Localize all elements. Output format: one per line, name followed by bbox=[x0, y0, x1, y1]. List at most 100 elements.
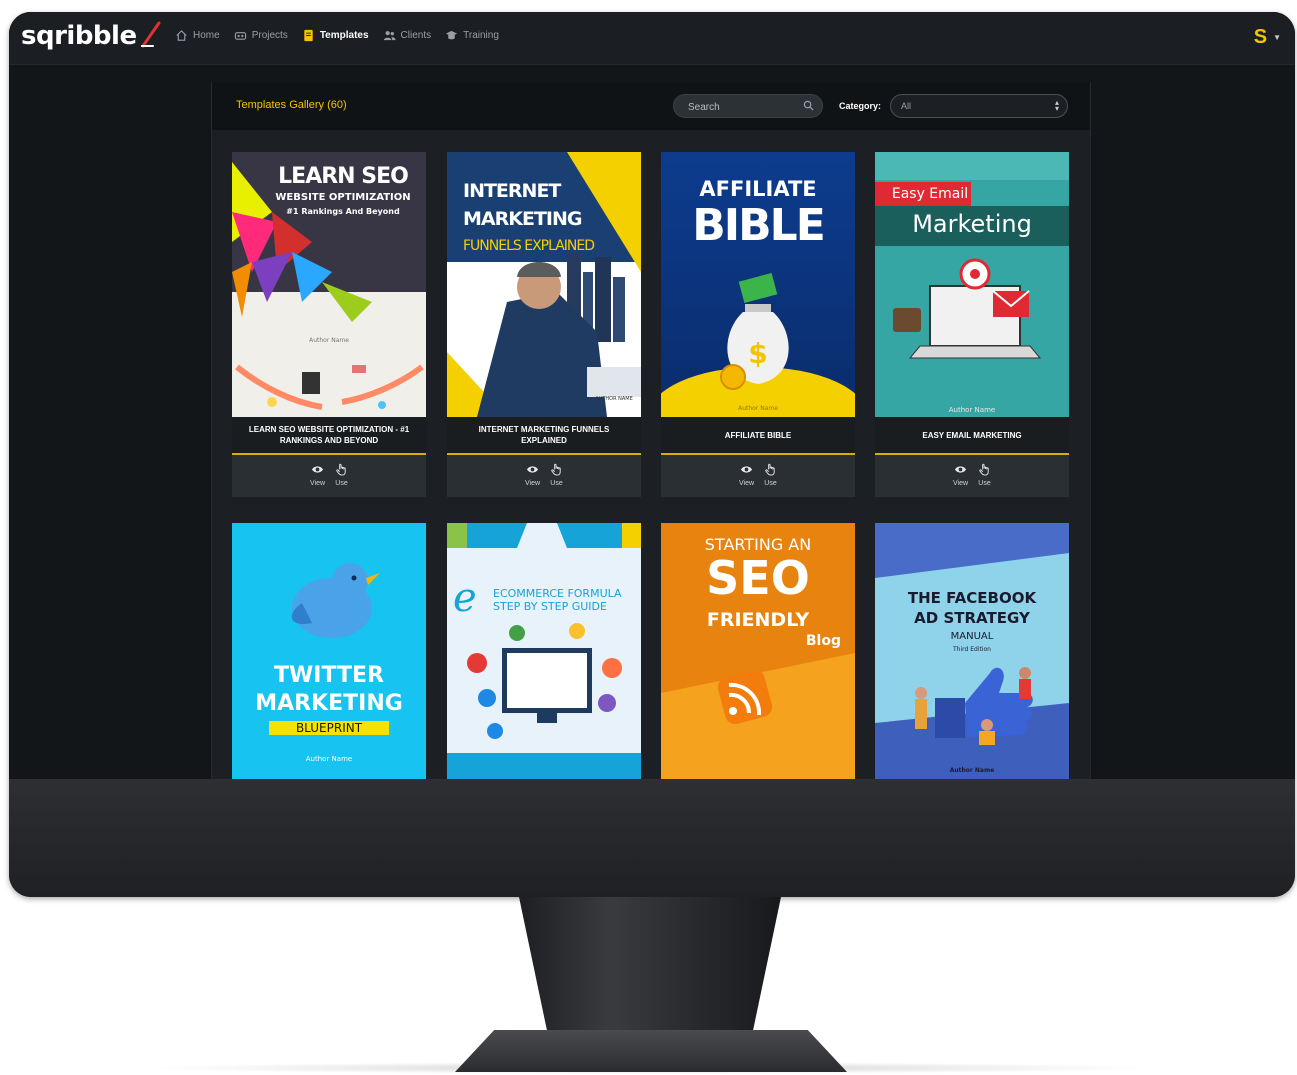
template-title: LEARN SEO WEBSITE OPTIMIZATION - #1 RANK… bbox=[232, 417, 426, 455]
use-label: Use bbox=[764, 480, 777, 487]
gallery-title: Templates Gallery (60) bbox=[236, 99, 347, 111]
template-cover[interactable]: TWITTER MARKETING BLUEPRINT Author Name bbox=[232, 523, 426, 779]
use-button[interactable]: Use bbox=[978, 457, 991, 497]
template-cover[interactable]: INTERNET MARKETING FUNNELS EXPLAINED AUT… bbox=[447, 152, 641, 417]
cover-title: THE FACEBOOK bbox=[907, 589, 1037, 607]
view-label: View bbox=[309, 480, 326, 487]
nav-clients[interactable]: Clients bbox=[383, 29, 431, 42]
top-navbar: sqribble Home Projects Templates Clients… bbox=[9, 12, 1295, 65]
bird-image bbox=[291, 563, 380, 638]
select-arrows-icon: ▴ ▾ bbox=[1054, 98, 1059, 113]
cover-subtitle: MARKETING bbox=[255, 691, 403, 716]
view-button[interactable]: View bbox=[953, 457, 968, 497]
cover-subtitle: MARKETING bbox=[463, 208, 582, 230]
cover-author: Author Name bbox=[738, 405, 778, 412]
hand-pointer-icon bbox=[765, 463, 775, 476]
category-select-value: All bbox=[901, 101, 912, 111]
monitor-stand-base bbox=[455, 1030, 847, 1072]
template-card: TWITTER MARKETING BLUEPRINT Author Name bbox=[232, 523, 426, 779]
cover-tagline: #1 Rankings And Beyond bbox=[286, 207, 400, 216]
template-card: STARTING AN SEO FRIENDLY Blog bbox=[661, 523, 855, 779]
search-box bbox=[673, 94, 823, 119]
cover-author: Author Name bbox=[949, 767, 995, 774]
app-screen: sqribble Home Projects Templates Clients… bbox=[9, 12, 1295, 779]
ecommerce-image bbox=[447, 523, 641, 779]
monitor-stand-neck bbox=[519, 897, 781, 1047]
view-button[interactable]: View bbox=[310, 457, 325, 497]
cover-tagline: FUNNELS EXPLAINED bbox=[463, 238, 595, 254]
hand-pointer-icon bbox=[551, 463, 561, 476]
template-card: Easy Email Marketing Author Name EASY EM… bbox=[875, 152, 1069, 497]
use-button[interactable]: Use bbox=[335, 457, 348, 497]
cover-edition: Third Edition bbox=[953, 646, 991, 653]
use-button[interactable]: Use bbox=[764, 457, 777, 497]
template-cover[interactable]: Easy Email Marketing Author Name bbox=[875, 152, 1069, 417]
projects-icon bbox=[234, 32, 246, 40]
view-label: View bbox=[952, 480, 969, 487]
view-button[interactable]: View bbox=[739, 457, 754, 497]
cover-author: AUTHOR NAME bbox=[595, 396, 633, 402]
gallery-header: Templates Gallery (60) Category: All ▴▾ bbox=[212, 82, 1090, 130]
user-menu[interactable]: S ▼ bbox=[1254, 26, 1281, 49]
user-avatar[interactable]: S bbox=[1254, 26, 1267, 49]
nav-projects[interactable]: Projects bbox=[234, 29, 288, 42]
template-cover[interactable]: THE FACEBOOK AD STRATEGY MANUAL Third Ed… bbox=[875, 523, 1069, 779]
template-cover[interactable]: AFFILIATE BIBLE $ Author Name bbox=[661, 152, 855, 417]
cover-blog: Blog bbox=[805, 633, 841, 649]
home-icon bbox=[176, 30, 187, 41]
cover-subtitle: Marketing bbox=[912, 210, 1032, 238]
nav-label: Training bbox=[463, 30, 499, 41]
pen-logo-icon bbox=[141, 21, 161, 48]
clients-icon bbox=[383, 31, 396, 41]
template-card: LEARN SEO WEBSITE OPTIMIZATION #1 Rankin… bbox=[232, 152, 426, 497]
cover-subtitle: WEBSITE OPTIMIZATION bbox=[275, 192, 411, 203]
templates-gallery-panel: Templates Gallery (60) Category: All ▴▾ bbox=[211, 82, 1091, 779]
card-actions: View Use bbox=[661, 457, 855, 497]
app-logo[interactable]: sqribble bbox=[21, 21, 137, 51]
cover-author: Author Name bbox=[309, 337, 349, 344]
cover-title: TWITTER bbox=[274, 663, 384, 688]
template-cover[interactable]: LEARN SEO WEBSITE OPTIMIZATION #1 Rankin… bbox=[232, 152, 426, 417]
card-actions: View Use bbox=[232, 457, 426, 497]
nav-templates[interactable]: Templates bbox=[302, 29, 369, 42]
view-label: View bbox=[738, 480, 755, 487]
nav-training[interactable]: Training bbox=[445, 29, 499, 42]
cover-tagline: FRIENDLY bbox=[706, 609, 810, 631]
eye-icon bbox=[526, 466, 539, 473]
monitor-chin bbox=[9, 779, 1295, 897]
cover-title: ECOMMERCE FORMULA bbox=[493, 587, 622, 600]
nav-home[interactable]: Home bbox=[175, 29, 220, 42]
template-cover[interactable]: STARTING AN SEO FRIENDLY Blog bbox=[661, 523, 855, 779]
template-card: e ECOMMERCE FORMULA STEP BY STEP GUIDE bbox=[447, 523, 641, 779]
use-label: Use bbox=[335, 480, 348, 487]
cover-subtitle: BIBLE bbox=[692, 200, 826, 251]
cover-subtitle: STEP BY STEP GUIDE bbox=[493, 600, 607, 613]
laptop-email-image bbox=[893, 258, 1042, 359]
eye-icon bbox=[311, 466, 324, 473]
search-input[interactable] bbox=[674, 95, 808, 119]
eye-icon bbox=[740, 466, 753, 473]
view-label: View bbox=[524, 480, 541, 487]
nav-label: Projects bbox=[251, 30, 288, 41]
template-cover[interactable]: e ECOMMERCE FORMULA STEP BY STEP GUIDE bbox=[447, 523, 641, 779]
hand-pointer-icon bbox=[336, 463, 346, 476]
cover-tagline: MANUAL bbox=[950, 631, 994, 642]
cover-title: INTERNET bbox=[463, 180, 561, 202]
template-title: INTERNET MARKETING FUNNELS EXPLAINED bbox=[447, 417, 641, 455]
category-select[interactable]: All ▴ ▾ bbox=[890, 94, 1068, 118]
cover-title: LEARN SEO bbox=[278, 164, 409, 189]
cover-author: Author Name bbox=[948, 406, 996, 414]
card-actions: View Use bbox=[875, 457, 1069, 497]
search-icon[interactable] bbox=[803, 100, 814, 111]
view-button[interactable]: View bbox=[525, 457, 540, 497]
cover-dollar: $ bbox=[748, 337, 768, 370]
main-nav: Home Projects Templates Clients Training bbox=[175, 29, 499, 42]
card-actions: View Use bbox=[447, 457, 641, 497]
monitor-frame: sqribble Home Projects Templates Clients… bbox=[9, 12, 1295, 897]
cover-tagline: BLUEPRINT bbox=[269, 721, 389, 735]
template-card: INTERNET MARKETING FUNNELS EXPLAINED AUT… bbox=[447, 152, 641, 497]
template-title: AFFILIATE BIBLE bbox=[661, 417, 855, 455]
cover-author: Author Name bbox=[305, 755, 353, 763]
use-button[interactable]: Use bbox=[550, 457, 563, 497]
nav-label: Home bbox=[193, 30, 220, 41]
